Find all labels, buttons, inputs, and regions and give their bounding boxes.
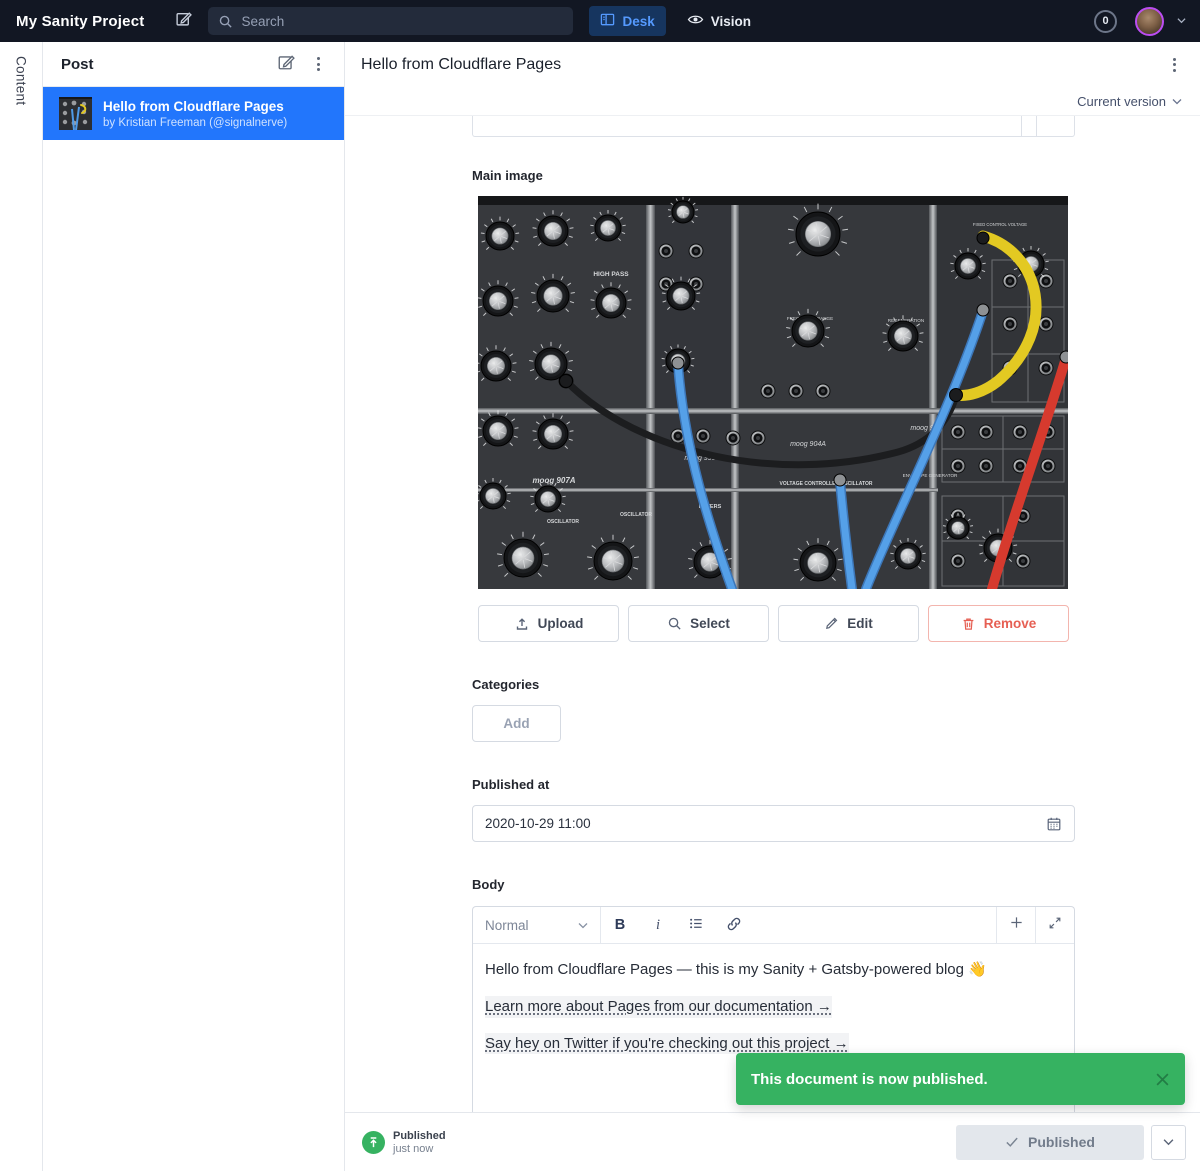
publish-button[interactable]: Published (956, 1125, 1144, 1160)
list-item[interactable]: Hello from Cloudflare Pages by Kristian … (43, 87, 344, 140)
remove-button[interactable]: Remove (928, 605, 1069, 642)
version-label: Current version (1077, 94, 1166, 109)
svg-text:moog 907A: moog 907A (532, 476, 575, 485)
publish-menu-button[interactable] (1151, 1125, 1186, 1160)
compose-icon (175, 10, 192, 32)
svg-text:FIXED CONTROL VOLTAGE: FIXED CONTROL VOLTAGE (973, 222, 1027, 227)
expand-icon (1048, 916, 1062, 935)
main-image-preview[interactable]: HIGH PASS FIXED CONTROL VOLTAGE FREQUENC… (472, 196, 1074, 589)
content-rail-label[interactable]: Content (14, 56, 29, 1171)
tab-desk-label: Desk (622, 14, 654, 29)
publish-status-icon (362, 1131, 385, 1154)
bullet-list-icon (688, 916, 704, 934)
top-bar: My Sanity Project Desk Vision 0 (0, 0, 1200, 42)
magnifier-icon (667, 616, 682, 631)
image-actions: Upload Select Edit Remove (472, 605, 1075, 642)
svg-text:OSCILLATOR: OSCILLATOR (547, 519, 579, 525)
chevron-down-icon (1177, 16, 1186, 26)
bold-button[interactable]: B (601, 907, 639, 943)
published-at-input[interactable] (485, 816, 1038, 831)
body-link-docs[interactable]: Learn more about Pages from our document… (485, 996, 832, 1018)
svg-text:OSCILLATOR: OSCILLATOR (620, 512, 652, 518)
document-footer: Published just now Published (345, 1112, 1200, 1171)
calendar-icon[interactable] (1046, 816, 1062, 832)
content-rail: Content (0, 42, 42, 1171)
trash-icon (961, 616, 976, 632)
body-link-twitter[interactable]: Say hey on Twitter if you're checking ou… (485, 1033, 849, 1055)
editor-toolbar: Normal B i (473, 907, 1074, 944)
svg-text:HIGH PASS: HIGH PASS (593, 271, 629, 278)
notification-badge[interactable]: 0 (1094, 10, 1117, 33)
vertical-ellipsis-icon (317, 57, 320, 71)
chevron-down-icon (1172, 98, 1182, 105)
eye-icon (687, 12, 704, 30)
list-menu-button[interactable] (302, 48, 334, 80)
publish-time: just now (393, 1143, 446, 1155)
body-paragraph[interactable]: Hello from Cloudflare Pages — this is my… (485, 959, 1062, 981)
style-select-value: Normal (485, 918, 529, 933)
tab-desk[interactable]: Desk (589, 6, 665, 36)
check-icon (1005, 1136, 1019, 1148)
toast-message: This document is now published. (751, 1071, 1155, 1088)
chevron-down-icon (578, 922, 588, 929)
publish-toast: This document is now published. (736, 1053, 1185, 1105)
link-icon (726, 916, 742, 935)
list-item-subtitle: by Kristian Freeman (@signalnerve) (103, 117, 287, 129)
close-icon[interactable] (1155, 1072, 1170, 1087)
post-list-pane: Post Hello from Cloudflare Pages by Kris… (42, 42, 345, 1171)
search-icon (218, 14, 233, 29)
publish-status-label: Published (393, 1130, 446, 1142)
slug-field-cropped[interactable] (472, 116, 1075, 137)
desk-icon (600, 12, 615, 30)
insert-block-button[interactable] (996, 907, 1035, 943)
chevron-down-icon (1163, 1133, 1174, 1151)
published-at-label: Published at (472, 777, 1075, 792)
document-menu-button[interactable] (1158, 49, 1190, 81)
tab-vision-label: Vision (711, 14, 751, 29)
svg-text:VOLTAGE CONTROLLED OSCILLATOR: VOLTAGE CONTROLLED OSCILLATOR (780, 481, 873, 487)
bullet-list-button[interactable] (677, 907, 715, 943)
body-label: Body (472, 877, 1075, 892)
edit-button[interactable]: Edit (778, 605, 919, 642)
document-header: Hello from Cloudflare Pages (345, 42, 1200, 87)
create-post-button[interactable] (270, 48, 302, 80)
compose-icon (277, 53, 295, 76)
avatar[interactable] (1135, 7, 1164, 36)
link-button[interactable] (715, 907, 753, 943)
categories-label: Categories (472, 677, 1075, 692)
version-selector[interactable]: Current version (345, 87, 1200, 116)
upload-button[interactable]: Upload (478, 605, 619, 642)
vertical-ellipsis-icon (1173, 58, 1176, 72)
main-image-label: Main image (472, 168, 1075, 183)
pencil-icon (824, 616, 839, 631)
italic-button[interactable]: i (639, 907, 677, 943)
document-form: Main image (345, 116, 1200, 1171)
style-select[interactable]: Normal (473, 907, 601, 943)
select-button[interactable]: Select (628, 605, 769, 642)
post-list-title: Post (61, 56, 270, 73)
search-input[interactable] (241, 14, 563, 29)
document-title: Hello from Cloudflare Pages (361, 56, 1158, 74)
plus-icon (1009, 915, 1024, 935)
list-item-title: Hello from Cloudflare Pages (103, 98, 287, 116)
add-category-button[interactable]: Add (472, 705, 561, 742)
upload-icon (514, 616, 530, 632)
post-list-header: Post (43, 42, 344, 87)
svg-text:moog 904A: moog 904A (790, 441, 826, 448)
tab-vision[interactable]: Vision (676, 6, 762, 36)
search-input-wrap (208, 7, 573, 35)
published-at-field (472, 805, 1075, 842)
new-document-button[interactable] (168, 6, 198, 36)
post-thumbnail (59, 97, 92, 130)
fullscreen-button[interactable] (1035, 907, 1074, 943)
project-title: My Sanity Project (16, 13, 144, 30)
document-pane: Hello from Cloudflare Pages Current vers… (345, 42, 1200, 1171)
